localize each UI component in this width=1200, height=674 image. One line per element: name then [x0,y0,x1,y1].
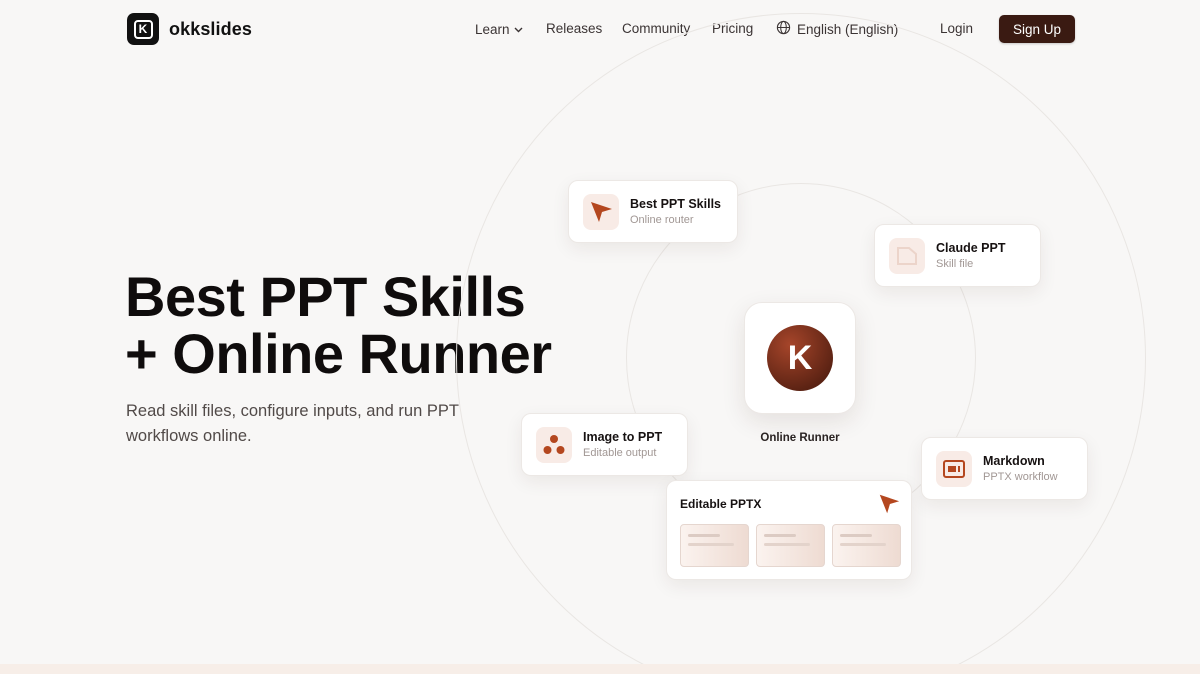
okk-logo-icon: K [767,325,833,391]
slide-thumbnail [832,524,901,567]
file-icon [889,237,925,274]
card-title: Editable PPTX [680,497,762,511]
cursor-arrow-icon [877,492,901,521]
card-editable-pptx: Editable PPTX [666,480,912,580]
landing-page: K okkslides Learn Releases Community Pri… [0,0,1200,674]
nav-learn[interactable]: Learn [475,21,523,37]
brand-name: okkslides [169,18,252,39]
card-subtitle: Editable output [583,447,657,459]
card-subtitle: Online router [630,214,694,226]
login-link[interactable]: Login [940,21,973,36]
nav-releases[interactable]: Releases [546,21,602,36]
brand[interactable]: K okkslides [127,13,252,45]
signup-button[interactable]: Sign Up [999,15,1075,43]
hero-subtitle: Read skill files, configure inputs, and … [126,402,459,445]
dots-cluster-icon [536,426,572,463]
nav-learn-label: Learn [475,22,510,37]
card-subtitle: Skill file [936,258,974,270]
card-best-ppt-skills: Best PPT Skills Online router [568,180,738,243]
slide-thumbnails [680,524,901,567]
site-header: K okkslides Learn Releases Community Pri… [0,0,1200,58]
slide-layout-icon [936,450,972,487]
card-title: Markdown [983,454,1045,468]
card-claude-ppt: Claude PPT Skill file [874,224,1041,287]
bottom-section-edge [0,664,1200,674]
card-title: Best PPT Skills [630,197,722,211]
chevron-down-icon [514,21,523,36]
brand-logo-letter: K [133,19,153,39]
card-title: Image to PPT [583,430,663,444]
online-runner-logo-card: K [744,302,856,414]
cursor-arrow-icon [583,193,619,230]
card-title: Claude PPT [936,241,1006,255]
card-markdown: Markdown PPTX workflow [921,437,1088,500]
slide-thumbnail [756,524,825,567]
card-image-to-ppt: Image to PPT Editable output [521,413,688,476]
card-subtitle: PPTX workflow [983,471,1058,483]
online-runner-label: Online Runner [760,432,840,444]
slide-thumbnail [680,524,749,567]
brand-logo-icon: K [127,13,159,45]
